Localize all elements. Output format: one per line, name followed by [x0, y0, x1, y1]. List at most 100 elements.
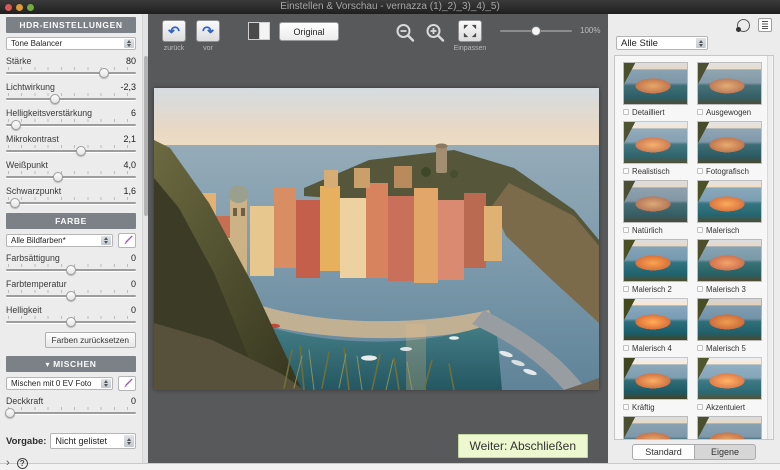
preset-checkbox[interactable] — [623, 227, 629, 234]
slider-knob[interactable] — [11, 120, 22, 130]
slider-track[interactable] — [6, 264, 136, 275]
preset-detailliert[interactable]: Detailliert — [623, 62, 688, 117]
chevron-down-icon[interactable]: ▾ — [45, 360, 50, 369]
preset-checkbox[interactable] — [697, 345, 703, 352]
disclosure-chevron-icon[interactable]: › — [6, 457, 10, 469]
farbe-header: FARBE — [6, 213, 136, 229]
slider-track[interactable] — [6, 316, 136, 327]
original-button[interactable]: Original — [279, 22, 339, 41]
dropdown-stepper-icon — [101, 379, 111, 388]
undo-icon: ↶ — [168, 23, 180, 39]
zoom-out-icon[interactable] — [394, 22, 416, 44]
slider-knob[interactable] — [66, 317, 76, 327]
slider-track[interactable] — [6, 197, 136, 208]
tone-method-value: Tone Balancer — [11, 39, 63, 48]
zoom-in-icon[interactable] — [424, 22, 446, 44]
slider-track[interactable] — [4, 407, 136, 418]
zoom-percentage: 100% — [580, 26, 601, 35]
slider-knob[interactable] — [76, 146, 87, 156]
tone-method-select[interactable]: Tone Balancer — [6, 37, 136, 50]
preset-natuerlich[interactable]: Natürlich — [623, 180, 688, 235]
styles-filter-select[interactable]: Alle Stile — [616, 35, 708, 51]
slider-knob[interactable] — [66, 291, 76, 301]
fit-to-window-button[interactable] — [458, 20, 482, 42]
preset-thumbnail — [623, 180, 688, 224]
styles-filter-value: Alle Stile — [621, 37, 658, 49]
slider-mikrokontrast: Mikrokontrast 2,1 — [6, 134, 136, 156]
preset-thumbnail — [697, 298, 762, 342]
preset-ausgewogen[interactable]: Ausgewogen — [697, 62, 762, 117]
preset-partial[interactable] — [623, 416, 688, 439]
split-preview-icon[interactable] — [736, 18, 750, 32]
slider-knob[interactable] — [10, 198, 21, 208]
slider-track[interactable] — [6, 145, 136, 156]
preset-malerisch[interactable]: Malerisch — [697, 180, 762, 235]
redo-button[interactable]: ↷ — [196, 20, 220, 42]
reset-colors-button[interactable]: Farben zurücksetzen — [44, 332, 136, 348]
preset-checkbox[interactable] — [697, 109, 703, 116]
preset-realistisch[interactable]: Realistisch — [623, 121, 688, 176]
preset-checkbox[interactable] — [623, 404, 629, 411]
preset-akzentuiert[interactable]: Akzentuiert — [697, 357, 762, 412]
color-scope-select[interactable]: Alle Bildfarben* — [6, 234, 113, 247]
slider-knob[interactable] — [50, 94, 61, 104]
slider-knob[interactable] — [98, 68, 109, 78]
preset-thumbnail — [697, 239, 762, 283]
help-icon[interactable]: ? — [16, 457, 28, 469]
blend-select[interactable]: Mischen mit 0 EV Foto — [6, 377, 113, 390]
zoom-level-slider[interactable] — [500, 26, 572, 36]
blend-brush-button[interactable] — [118, 376, 136, 391]
slider-knob[interactable] — [66, 265, 76, 275]
preset-malerisch-5[interactable]: Malerisch 5 — [697, 298, 762, 353]
slider-knob[interactable] — [53, 172, 63, 182]
slider-track[interactable] — [6, 67, 136, 78]
brush-icon — [124, 235, 133, 245]
window-title: Einstellen & Vorschau - vernazza (1)_2)_… — [280, 1, 500, 12]
preset-thumbnail — [697, 357, 762, 401]
preset-checkbox[interactable] — [623, 345, 629, 352]
mischen-header: ▾ MISCHEN — [6, 356, 136, 372]
slider-track[interactable] — [6, 171, 136, 182]
dropdown-stepper-icon — [696, 37, 706, 49]
preset-checkbox[interactable] — [697, 404, 703, 411]
undo-button[interactable]: ↶ — [162, 20, 186, 42]
tab-eigene[interactable]: Eigene — [694, 443, 756, 460]
slider-deckkraft: Deckkraft 0 — [4, 396, 136, 418]
tab-standard[interactable]: Standard — [632, 443, 694, 460]
preset-thumbnail — [623, 357, 688, 401]
preset-checkbox[interactable] — [623, 168, 629, 175]
photo-preview[interactable] — [154, 88, 599, 390]
redo-button-label: vor — [203, 45, 213, 52]
redo-icon: ↷ — [202, 23, 214, 39]
preset-thumbnail — [697, 62, 762, 106]
brush-icon — [124, 378, 133, 388]
slider-farbsaettigung: Farbsättigung 0 — [6, 253, 136, 275]
preset-partial[interactable] — [697, 416, 762, 439]
app-window: Einstellen & Vorschau - vernazza (1)_2)_… — [0, 0, 780, 470]
preset-checkbox[interactable] — [697, 286, 703, 293]
slider-track[interactable] — [6, 93, 136, 104]
preset-malerisch-2[interactable]: Malerisch 2 — [623, 239, 688, 294]
preset-checkbox[interactable] — [697, 227, 703, 234]
preset-checkbox[interactable] — [623, 286, 629, 293]
preset-checkbox[interactable] — [697, 168, 703, 175]
next-finish-button[interactable]: Weiter: Abschließen — [457, 434, 588, 458]
slider-staerke: Stärke 80 — [6, 56, 136, 78]
list-view-icon[interactable] — [758, 18, 772, 33]
slider-track[interactable] — [6, 290, 136, 301]
preset-kraeftig[interactable]: Kräftig — [623, 357, 688, 412]
preset-list-scrollbar[interactable] — [767, 56, 772, 439]
color-brush-button[interactable] — [118, 233, 136, 248]
preset-thumbnail — [623, 239, 688, 283]
preset-malerisch-3[interactable]: Malerisch 3 — [697, 239, 762, 294]
compare-before-after-icon[interactable] — [248, 22, 270, 40]
preset-malerisch-4[interactable]: Malerisch 4 — [623, 298, 688, 353]
preset-checkbox[interactable] — [623, 109, 629, 116]
blend-select-value: Mischen mit 0 EV Foto — [11, 379, 92, 388]
undo-button-label: zurück — [163, 45, 185, 52]
slider-knob[interactable] — [4, 408, 15, 418]
vorgabe-select[interactable]: Nicht gelistet — [50, 433, 136, 449]
zoom-slider-knob[interactable] — [531, 26, 541, 36]
slider-track[interactable] — [6, 119, 136, 130]
preset-fotografisch[interactable]: Fotografisch — [697, 121, 762, 176]
